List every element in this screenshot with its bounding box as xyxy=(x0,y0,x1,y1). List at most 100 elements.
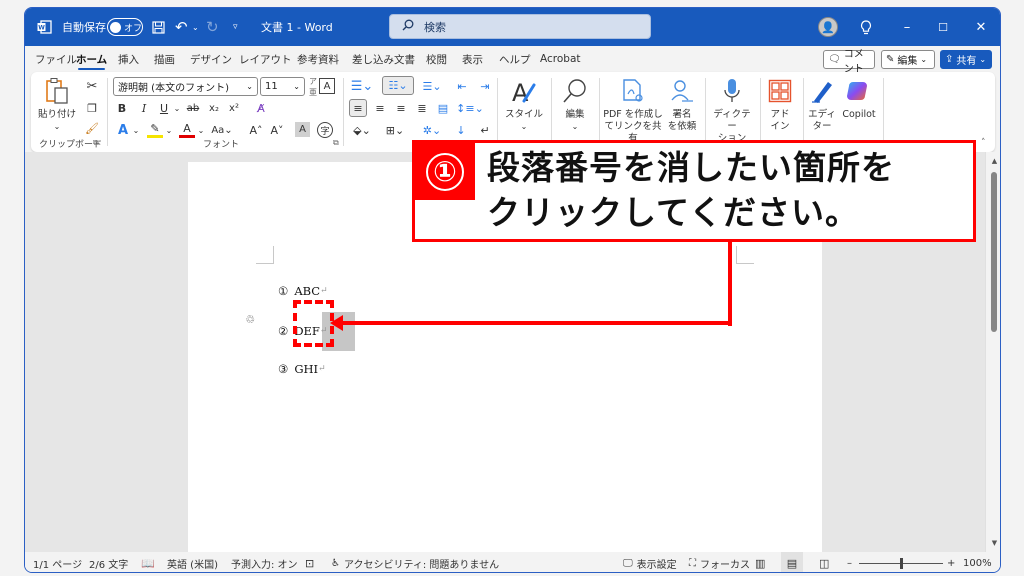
copy-icon[interactable]: ❐ xyxy=(84,100,100,116)
maximize-button[interactable]: ☐ xyxy=(923,8,963,46)
numbered-paragraph[interactable]: ① ABC ↵ xyxy=(278,284,328,298)
underline-icon[interactable]: U xyxy=(157,100,171,116)
align-right-icon[interactable]: ≡ xyxy=(393,99,409,117)
undo-dropdown-icon[interactable]: ⌄ xyxy=(192,8,199,46)
close-button[interactable]: ✕ xyxy=(961,8,1000,46)
change-case-icon[interactable]: Aa⌄ xyxy=(211,122,233,138)
create-pdf-button[interactable]: PDF を作成し てリンクを共有 xyxy=(603,76,663,145)
minimize-button[interactable]: – xyxy=(887,8,927,46)
editing-button[interactable]: 編集 ⌄ xyxy=(557,76,593,133)
copilot-button[interactable]: Copilot xyxy=(839,76,879,121)
editor-button[interactable]: エディ ター xyxy=(807,76,837,133)
bold-icon[interactable]: B xyxy=(115,100,129,116)
read-mode-icon[interactable]: ▥ xyxy=(755,552,765,572)
focus-mode-button[interactable]: ⛶ フォーカス xyxy=(689,552,750,572)
text-effects-icon[interactable]: A xyxy=(115,122,131,138)
font-color-icon[interactable]: A xyxy=(179,122,195,138)
proofing-icon[interactable]: 📖 xyxy=(141,552,155,572)
font-size-select[interactable]: 11 ⌄ xyxy=(260,77,305,96)
zoom-slider-thumb[interactable] xyxy=(899,557,903,569)
scroll-up-icon[interactable]: ▲ xyxy=(990,156,999,165)
word-count[interactable]: 2/6 文字 xyxy=(89,552,128,572)
distributed-icon[interactable]: ▤ xyxy=(435,99,451,117)
character-border-icon[interactable]: A xyxy=(319,78,335,94)
grow-font-icon[interactable]: A˄ xyxy=(248,122,264,138)
request-signature-button[interactable]: 署名 を依頼 xyxy=(665,76,699,133)
asian-layout-icon[interactable]: ✲⌄ xyxy=(419,121,445,139)
tab-layout[interactable]: レイアウト xyxy=(239,46,292,72)
edit-mode-button[interactable]: ✎ 編集 ⌄ xyxy=(881,50,935,69)
multilevel-list-icon[interactable]: ☰⌄ xyxy=(419,77,445,95)
zoom-level[interactable]: 100% xyxy=(963,552,992,572)
subscript-icon[interactable]: x₂ xyxy=(207,100,221,116)
sort-icon[interactable]: ↓ xyxy=(452,121,470,139)
bullets-icon[interactable]: ☰⌄ xyxy=(349,77,375,95)
print-layout-icon[interactable]: ▤ xyxy=(781,552,803,572)
shrink-font-icon[interactable]: A˅ xyxy=(269,122,285,138)
lightbulb-icon[interactable] xyxy=(846,8,886,46)
paste-button[interactable]: 貼り付け ⌄ xyxy=(37,76,77,133)
zoom-out-button[interactable]: – xyxy=(847,552,852,572)
scrollbar-thumb[interactable] xyxy=(991,172,997,332)
chevron-down-icon[interactable]: ⌄ xyxy=(172,100,182,116)
language-status[interactable]: 英語 (米国) xyxy=(167,552,218,572)
align-left-icon[interactable]: ≡ xyxy=(349,99,367,117)
word-app-icon[interactable]: W xyxy=(37,8,52,46)
comment-button[interactable]: 🗨 コメント xyxy=(823,49,875,75)
collapse-ribbon-icon[interactable]: ˄ xyxy=(981,138,986,148)
predictive-text-status[interactable]: 予測入力: オン xyxy=(231,552,298,572)
character-shading-icon[interactable]: A xyxy=(295,122,310,137)
tab-acrobat[interactable]: Acrobat xyxy=(540,46,581,72)
line-spacing-icon[interactable]: ↕≡⌄ xyxy=(456,99,484,117)
tab-insert[interactable]: 挿入 xyxy=(118,46,139,72)
customize-toolbar-icon[interactable]: ▿ xyxy=(233,8,238,46)
align-center-icon[interactable]: ≡ xyxy=(372,99,388,117)
borders-icon[interactable]: ⊞⌄ xyxy=(382,121,408,139)
format-painter-icon[interactable]: 🖌 xyxy=(84,120,100,136)
scroll-down-icon[interactable]: ▼ xyxy=(990,538,999,547)
clear-formatting-icon[interactable]: A̸ xyxy=(253,100,269,116)
page-count[interactable]: 1/1 ページ xyxy=(33,552,82,572)
chevron-down-icon[interactable]: ⌄ xyxy=(131,122,141,138)
vertical-scrollbar[interactable]: ▲ ▼ xyxy=(985,152,1000,552)
tab-mailings[interactable]: 差し込み文書 xyxy=(352,46,415,72)
display-settings-button[interactable]: 🖵 表示設定 xyxy=(623,552,677,572)
search-box[interactable]: 検索 xyxy=(389,14,651,39)
dialog-launcher-icon[interactable]: ⧉ xyxy=(93,138,99,148)
save-icon[interactable] xyxy=(152,8,165,46)
chevron-down-icon[interactable]: ⌄ xyxy=(196,122,206,138)
cut-icon[interactable]: ✂ xyxy=(84,78,100,94)
numbered-paragraph[interactable]: ③ GHI ↵ xyxy=(278,362,326,376)
styles-button[interactable]: A スタイル ⌄ xyxy=(503,76,545,133)
strikethrough-icon[interactable]: ab xyxy=(185,100,201,116)
show-formatting-marks-icon[interactable]: ↵ xyxy=(477,121,493,139)
tab-file[interactable]: ファイル xyxy=(35,46,77,72)
tab-draw[interactable]: 描画 xyxy=(154,46,175,72)
undo-icon[interactable]: ↶ xyxy=(175,8,188,46)
numbering-icon[interactable]: ☷⌄ xyxy=(382,76,414,95)
increase-indent-icon[interactable]: ⇥ xyxy=(477,77,493,95)
zoom-in-button[interactable]: + xyxy=(947,552,955,572)
accessibility-status[interactable]: ♿ アクセシビリティ: 問題ありません xyxy=(331,552,499,572)
dictate-button[interactable]: ディクテー ション xyxy=(709,76,755,145)
web-layout-icon[interactable]: ◫ xyxy=(819,552,829,572)
tab-view[interactable]: 表示 xyxy=(462,46,483,72)
font-name-select[interactable]: 游明朝 (本文のフォント) ⌄ xyxy=(113,77,258,96)
tab-home[interactable]: ホーム xyxy=(76,46,107,72)
account-button[interactable]: 👤 xyxy=(808,8,848,46)
share-button[interactable]: ⇪ 共有 ⌄ xyxy=(940,50,992,69)
dialog-launcher-icon[interactable]: ⧉ xyxy=(333,138,339,148)
justify-icon[interactable]: ≣ xyxy=(414,99,430,117)
chevron-down-icon[interactable]: ⌄ xyxy=(164,122,174,138)
superscript-icon[interactable]: x² xyxy=(227,100,241,116)
tab-review[interactable]: 校閲 xyxy=(426,46,447,72)
macro-recording-icon[interactable]: ⊡ xyxy=(305,552,314,572)
addins-button[interactable]: アド イン xyxy=(763,76,797,133)
copilot-margin-icon[interactable]: ♲ xyxy=(243,312,257,326)
tab-references[interactable]: 参考資料 xyxy=(297,46,339,72)
autosave-toggle[interactable]: オフ xyxy=(107,8,143,46)
shading-icon[interactable]: ⬙⌄ xyxy=(349,121,375,139)
italic-icon[interactable]: I xyxy=(137,100,151,116)
zoom-slider[interactable] xyxy=(859,552,943,572)
highlight-color-icon[interactable]: ✎ xyxy=(147,122,163,138)
